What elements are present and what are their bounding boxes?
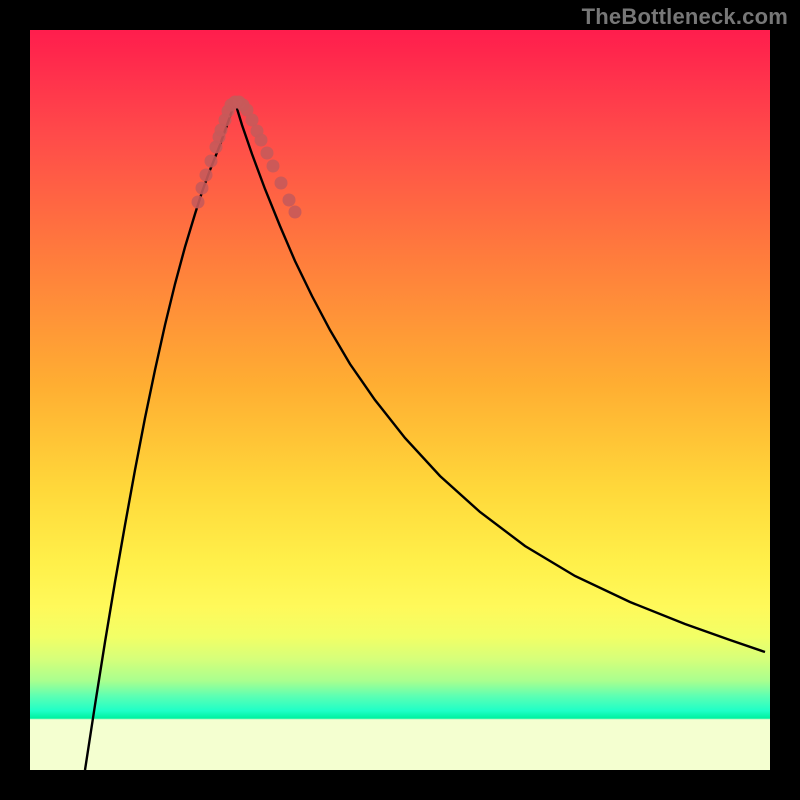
chart-frame: TheBottleneck.com [0,0,800,800]
curve-marker [255,134,268,147]
plot-area [30,30,770,770]
curve-marker [289,206,302,219]
curve-right-branch [235,102,765,652]
curve-marker [205,155,218,168]
curve-marker [192,196,205,209]
watermark-text: TheBottleneck.com [582,4,788,30]
curve-marker [283,194,296,207]
curve-marker [267,160,280,173]
curve-marker [275,177,288,190]
curve-marker [200,169,213,182]
curve-left-branch [85,102,235,770]
curve-marker [261,147,274,160]
curve-markers [192,96,302,219]
chart-svg [30,30,770,770]
curve-marker [196,182,209,195]
